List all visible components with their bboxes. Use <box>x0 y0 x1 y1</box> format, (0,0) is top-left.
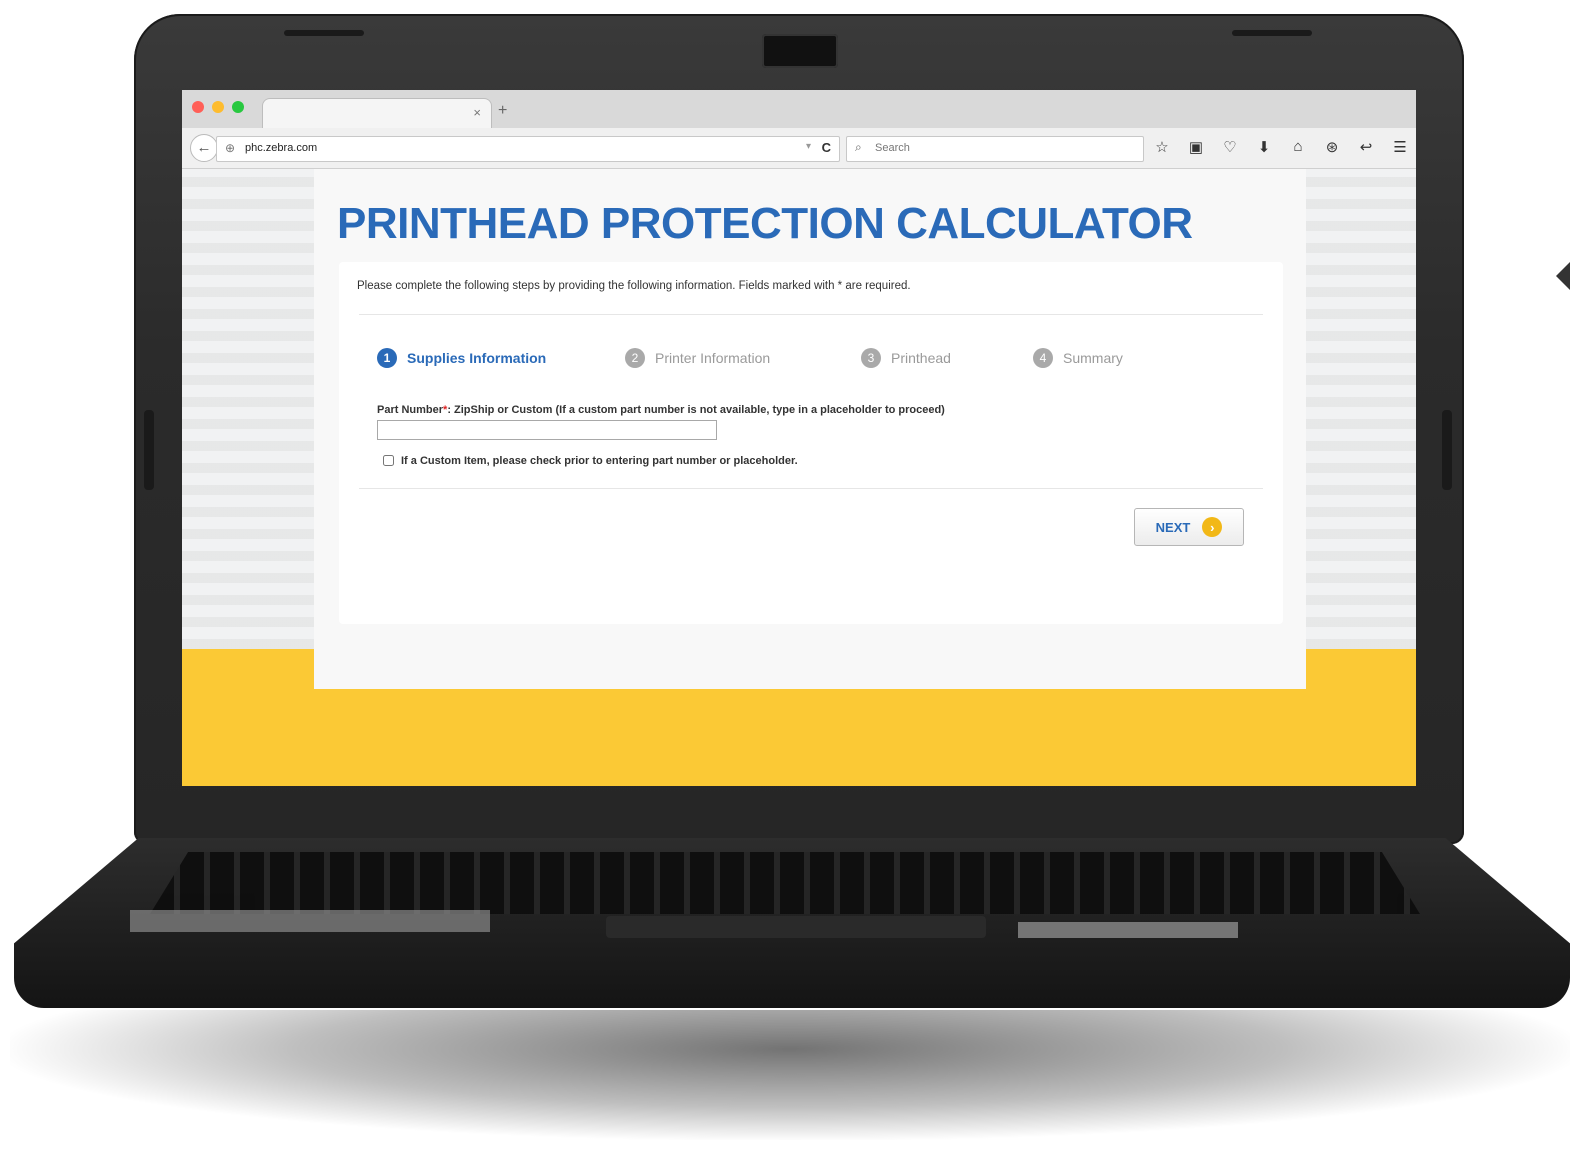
browser-nav-bar: ← ⊕ phc.zebra.com ▾ C ⌕ Search ☆ ▣ ♡ ⬇ ⌂… <box>182 128 1416 169</box>
part-number-input[interactable] <box>377 420 717 440</box>
pocket-icon[interactable]: ♡ <box>1220 138 1240 156</box>
sync-icon[interactable]: ⊛ <box>1322 138 1342 156</box>
minimize-window-dot[interactable] <box>212 101 224 113</box>
web-page: PRINTHEAD PROTECTION CALCULATOR Please c… <box>182 169 1416 786</box>
laptop-screen: × + ← ⊕ phc.zebra.com ▾ C ⌕ Search ☆ ▣ ♡… <box>182 90 1416 786</box>
page-background-pattern <box>182 169 314 649</box>
part-number-hint: : ZipShip or Custom (If a custom part nu… <box>447 404 945 416</box>
step-number: 2 <box>625 348 645 368</box>
globe-icon: ⊕ <box>225 141 236 155</box>
maximize-window-dot[interactable] <box>232 101 244 113</box>
laptop-shadow <box>10 1010 1570 1140</box>
step-number: 4 <box>1033 348 1053 368</box>
reload-icon[interactable]: C <box>822 140 831 155</box>
part-number-label-text: Part Number <box>377 404 444 416</box>
custom-item-checkbox[interactable] <box>383 455 394 466</box>
back-button[interactable]: ← <box>190 134 218 162</box>
next-button[interactable]: NEXT › <box>1134 508 1244 546</box>
browser-toolbar: ☆ ▣ ♡ ⬇ ⌂ ⊛ ↩ ☰ <box>1152 138 1410 156</box>
step-number: 1 <box>377 348 397 368</box>
step-printer-information[interactable]: 2 Printer Information <box>625 348 770 368</box>
step-supplies-information[interactable]: 1 Supplies Information <box>377 348 546 368</box>
next-label: NEXT <box>1155 519 1191 535</box>
browser-tab-bar: × + <box>182 90 1416 129</box>
palmrest-sticker <box>130 910 490 932</box>
search-placeholder: Search <box>875 142 910 154</box>
lid-bumper <box>1442 410 1452 490</box>
lid-vent <box>284 30 364 36</box>
webcam <box>762 34 838 68</box>
star-icon[interactable]: ☆ <box>1152 138 1172 156</box>
step-printhead[interactable]: 3 Printhead <box>861 348 951 368</box>
step-label: Summary <box>1063 350 1123 366</box>
step-summary[interactable]: 4 Summary <box>1033 348 1123 368</box>
divider <box>359 488 1263 489</box>
search-icon: ⌕ <box>855 140 862 154</box>
step-label: Supplies Information <box>407 350 547 366</box>
download-icon[interactable]: ⬇ <box>1254 138 1274 156</box>
palmrest-sticker <box>1018 922 1238 938</box>
step-number: 3 <box>861 348 881 368</box>
url-text: phc.zebra.com <box>245 142 318 154</box>
custom-item-label: If a Custom Item, please check prior to … <box>401 455 798 467</box>
lid-bumper <box>144 410 154 490</box>
calculator-form: Please complete the following steps by p… <box>339 262 1283 624</box>
part-number-label: Part Number*: ZipShip or Custom (If a cu… <box>377 404 945 416</box>
search-bar[interactable]: ⌕ Search <box>846 136 1144 162</box>
chevron-down-icon[interactable]: ▾ <box>806 141 811 152</box>
browser-tab[interactable]: × <box>262 98 492 129</box>
step-label: Printhead <box>891 350 951 366</box>
touchpad <box>606 916 986 938</box>
clipboard-icon[interactable]: ▣ <box>1186 138 1206 156</box>
new-tab-button[interactable]: + <box>498 102 507 120</box>
close-icon[interactable]: × <box>473 105 481 120</box>
lid-vent <box>1232 30 1312 36</box>
keyboard <box>150 852 1420 914</box>
divider <box>359 314 1263 315</box>
menu-icon[interactable]: ☰ <box>1390 138 1410 156</box>
close-window-dot[interactable] <box>192 101 204 113</box>
arrow-right-icon: › <box>1202 517 1223 537</box>
share-icon[interactable]: ↩ <box>1356 138 1376 156</box>
url-bar[interactable]: ⊕ phc.zebra.com ▾ C <box>216 136 840 162</box>
page-title: PRINTHEAD PROTECTION CALCULATOR <box>337 199 1193 248</box>
instructions-text: Please complete the following steps by p… <box>357 280 911 292</box>
carousel-prev-arrow-icon[interactable] <box>1556 262 1570 290</box>
home-icon[interactable]: ⌂ <box>1288 138 1308 156</box>
step-label: Printer Information <box>655 350 771 366</box>
